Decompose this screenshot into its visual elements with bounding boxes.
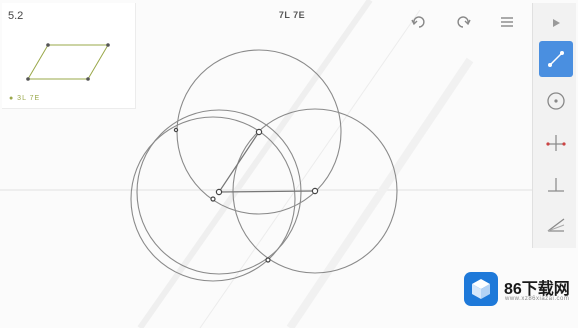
bisector-tool[interactable] bbox=[539, 125, 573, 161]
circle-tool[interactable] bbox=[539, 83, 573, 119]
point-tool[interactable] bbox=[539, 5, 573, 41]
perpendicular-bisector-icon bbox=[546, 135, 566, 151]
goal-counter: 7L 7E bbox=[278, 10, 306, 20]
watermark-logo-icon bbox=[464, 272, 498, 306]
angle-bisector-tool[interactable] bbox=[539, 207, 573, 243]
menu-icon[interactable] bbox=[498, 13, 516, 31]
construction-point[interactable] bbox=[215, 188, 223, 196]
angle-bisector-icon bbox=[547, 218, 565, 232]
construction-segment[interactable] bbox=[218, 131, 260, 193]
construction-point[interactable] bbox=[265, 257, 271, 263]
line-icon bbox=[548, 51, 564, 67]
level-card[interactable]: 5.2 ● 3L 7E bbox=[2, 3, 136, 109]
construction-point[interactable] bbox=[311, 187, 319, 195]
construction-point[interactable] bbox=[210, 196, 216, 202]
site-watermark: 86下载网 www.xz86xiazai.com bbox=[464, 272, 576, 308]
tool-panel bbox=[532, 3, 576, 248]
perpendicular-icon bbox=[548, 178, 564, 192]
watermark-subtitle: www.xz86xiazai.com bbox=[505, 296, 570, 302]
circle-icon bbox=[547, 92, 565, 110]
level-stats: ● 3L 7E bbox=[9, 95, 41, 102]
construction-point[interactable] bbox=[255, 128, 263, 136]
construction-point[interactable] bbox=[173, 127, 179, 133]
perpendicular-tool[interactable] bbox=[539, 167, 573, 203]
level-number: 5.2 bbox=[8, 10, 24, 22]
parallelogram-preview-icon bbox=[26, 43, 110, 81]
redo-icon[interactable] bbox=[454, 13, 472, 31]
line-tool[interactable] bbox=[539, 41, 573, 77]
undo-icon[interactable] bbox=[410, 13, 428, 31]
point-icon bbox=[553, 19, 560, 27]
